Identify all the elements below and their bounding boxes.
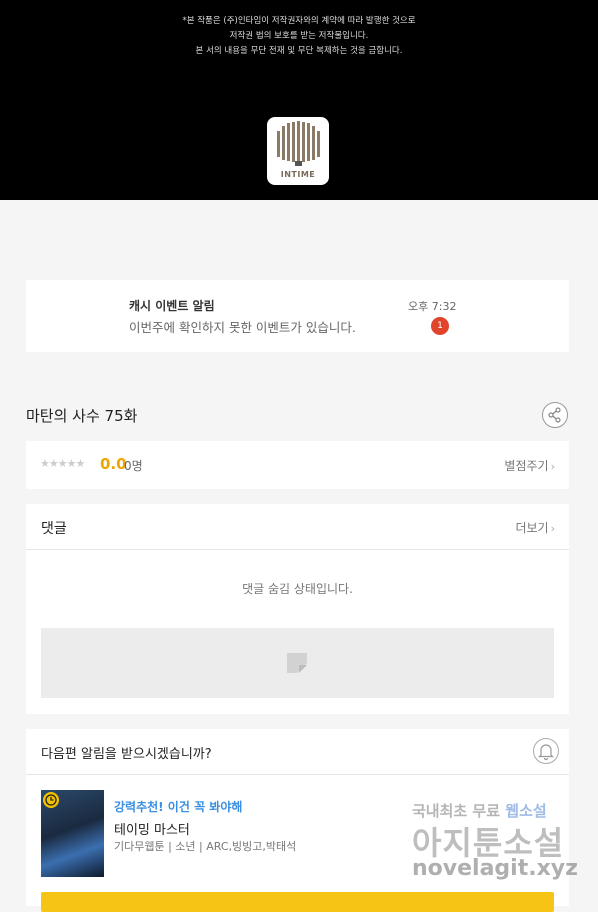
rating-people-count: 0명	[124, 459, 143, 473]
copyright-notice: *본 작품은 (주)인타임이 저작권자와의 계약에 따라 발행한 것으로 저작권…	[0, 14, 598, 59]
alarm-time: 오후 7:32	[408, 300, 457, 313]
give-rating-label: 별점주기	[504, 459, 549, 473]
rating-card: ★★★★★ 0.0 0명 별점주기 ›	[26, 441, 569, 489]
recommend-tagline: 강력추천! 이건 꼭 봐야해	[114, 800, 243, 814]
alarm-message: 이번주에 확인하지 못한 이벤트가 있습니다.	[129, 320, 356, 335]
notice-line: 저작권 법의 보호를 받는 저작물입니다.	[229, 31, 369, 41]
watermark-line3: novelagit.xyz	[412, 856, 578, 881]
comment-placeholder-icon	[287, 653, 307, 673]
rating-score: 0.0	[100, 455, 127, 473]
alarm-count-badge: 1	[431, 317, 449, 335]
share-icon	[548, 407, 561, 423]
notification-bell-button[interactable]	[533, 738, 559, 764]
give-rating-button[interactable]: 별점주기 ›	[504, 457, 555, 474]
action-button[interactable]	[41, 892, 554, 912]
notice-line: 본 서의 내용을 무단 전재 및 무단 복제하는 것을 금합니다.	[195, 46, 403, 56]
recommend-meta: 기다무웹툰 | 소년 | ARC,빙빙고,박태석	[114, 840, 297, 853]
wait-free-clock-icon	[43, 792, 59, 808]
episode-title: 마탄의 사수 75화	[26, 407, 138, 425]
event-alarm-card[interactable]: 캐시 이벤트 알림 이번주에 확인하지 못한 이벤트가 있습니다. 오후 7:3…	[26, 280, 569, 352]
comments-card: 댓글 더보기 › 댓글 숨김 상태입니다.	[26, 504, 569, 714]
notice-line: *본 작품은 (주)인타임이 저작권자와의 계약에 따라 발행한 것으로	[182, 16, 416, 26]
publisher-banner: *본 작품은 (주)인타임이 저작권자와의 계약에 따라 발행한 것으로 저작권…	[0, 0, 598, 200]
comments-more-label: 더보기	[515, 521, 549, 535]
alarm-title: 캐시 이벤트 알림	[129, 299, 215, 313]
recommend-title[interactable]: 테이밍 마스터	[114, 819, 190, 838]
chevron-right-icon: ›	[550, 460, 555, 473]
bell-icon	[538, 744, 554, 761]
share-button[interactable]	[542, 402, 568, 428]
comments-more-button[interactable]: 더보기 ›	[515, 519, 555, 536]
comments-title: 댓글	[41, 521, 67, 537]
publisher-logo: INTIME	[267, 117, 329, 185]
logo-text: INTIME	[280, 170, 316, 179]
recommended-cover-image[interactable]	[41, 790, 104, 877]
comment-input-box[interactable]	[41, 628, 554, 698]
comments-hidden-text: 댓글 숨김 상태입니다.	[242, 582, 353, 596]
logo-mark-icon	[277, 121, 320, 166]
chevron-right-icon: ›	[550, 522, 555, 535]
rating-stars-icon: ★★★★★	[40, 457, 85, 470]
next-alert-header: 다음편 알림을 받으시겠습니까?	[26, 729, 569, 775]
next-alert-question: 다음편 알림을 받으시겠습니까?	[41, 747, 212, 762]
comments-header: 댓글 더보기 ›	[26, 504, 569, 550]
